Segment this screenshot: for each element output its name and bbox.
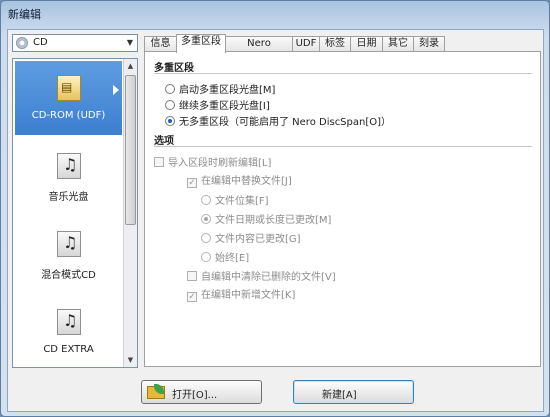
disc-type-cdrom-udf[interactable]: ▤ CD-ROM (UDF) [15,61,122,135]
disc-type-list: ▤ CD-ROM (UDF) ♫ 音乐光盘 ♫ 混合模式CD ♫ CD EXTR… [12,58,138,368]
new-compilation-window: 新编辑 CD ▼ ▤ CD-ROM (UDF) ♫ 音乐光盘 ♫ 混合模式CD [0,0,550,417]
new-button[interactable]: 新建[A] [293,380,414,404]
checkbox[interactable] [187,271,197,281]
checkbox[interactable]: ✓ [187,178,197,188]
multisession-heading: 多重区段 [154,63,194,74]
radio-replace-date-size[interactable]: 文件日期或长度已更改[M] [201,211,331,226]
checkbox[interactable] [154,157,164,167]
radio-button[interactable] [201,233,211,243]
disc-type-label: CD EXTRA [43,344,94,355]
radio-button[interactable] [165,100,175,110]
tab-burn[interactable]: 刻录 [413,36,445,52]
caret-right-icon [113,85,119,95]
music-disc-icon: ♫ [57,153,81,179]
scroll-thumb[interactable] [125,75,136,225]
radio-button[interactable] [201,195,211,205]
open-button[interactable]: 打开[O]... [141,380,262,404]
radio-start-multisession[interactable]: 启动多重区段光盘[M] [165,81,275,96]
options-heading: 选项 [154,136,174,147]
checkbox[interactable]: ✓ [187,292,197,302]
scroll-down-icon[interactable]: ▼ [124,353,137,367]
tab-info[interactable]: 信息 [144,36,177,52]
tab-misc[interactable]: 其它 [382,36,414,52]
checkbox-remove-deleted[interactable]: 自编辑中清除已删除的文件[V] [187,268,336,283]
chevron-down-icon[interactable]: ▼ [123,35,137,51]
tab-date[interactable]: 日期 [350,36,383,52]
scroll-up-icon[interactable]: ▲ [124,59,137,73]
radio-button[interactable] [201,214,211,224]
checkbox-import-refresh[interactable]: 导入区段时刷新编辑[L] [154,154,271,169]
disc-icon [16,37,28,49]
radio-replace-content[interactable]: 文件内容已更改[G] [201,230,301,245]
disc-type-mixed-mode[interactable]: ♫ 混合模式CD [15,217,122,291]
checkbox-mark-new[interactable]: ✓ 在编辑中新增文件[K] [187,286,295,302]
radio-button[interactable] [165,84,175,94]
cdrom-disc-icon: ▤ [57,75,81,101]
tab-nero-discspan[interactable]: Nero DiscSpan [225,36,293,63]
window-title: 新编辑 [8,8,41,21]
disc-type-audio-cd[interactable]: ♫ 音乐光盘 [15,139,122,213]
disc-type-dropdown[interactable]: CD ▼ [12,34,138,52]
mixed-mode-disc-icon: ♫ [57,231,81,257]
new-button-label: 新建[A] [322,390,357,401]
cd-extra-disc-icon: ♫ [57,309,81,335]
title-bar[interactable]: 新编辑 [1,1,549,27]
tab-multisession[interactable]: 多重区段 [176,34,226,53]
radio-continue-multisession[interactable]: 继续多重区段光盘[I] [165,97,270,112]
section-divider [154,73,532,74]
disc-type-value: CD [33,37,48,48]
tab-label[interactable]: 标签 [319,36,351,52]
section-divider [154,146,532,147]
dialog-body: CD ▼ ▤ CD-ROM (UDF) ♫ 音乐光盘 ♫ 混合模式CD ♫ CD… [7,29,544,412]
radio-no-multisession[interactable]: 无多重区段（可能启用了 Nero DiscSpan[O]） [165,113,391,128]
checkbox-replace-files[interactable]: ✓ 在编辑中替换文件[J] [187,172,292,188]
disc-type-label: 音乐光盘 [48,192,89,203]
multisession-panel: 多重区段 启动多重区段光盘[M] 继续多重区段光盘[I] 无多重区段（可能启用了… [144,51,541,367]
open-folder-icon [147,384,167,400]
tab-udf[interactable]: UDF [292,36,320,52]
disc-type-label: CD-ROM (UDF) [31,110,106,121]
radio-replace-archive-bit[interactable]: 文件位集[F] [201,192,269,207]
disc-type-cd-extra[interactable]: ♫ CD EXTRA [15,295,122,367]
disc-list-scrollbar[interactable]: ▲ ▼ [123,59,137,367]
disc-type-label: 混合模式CD [41,270,96,281]
radio-button[interactable] [165,116,175,126]
radio-button[interactable] [201,252,211,262]
open-button-label: 打开[O]... [172,390,218,401]
radio-replace-always[interactable]: 始终[E] [201,249,249,264]
